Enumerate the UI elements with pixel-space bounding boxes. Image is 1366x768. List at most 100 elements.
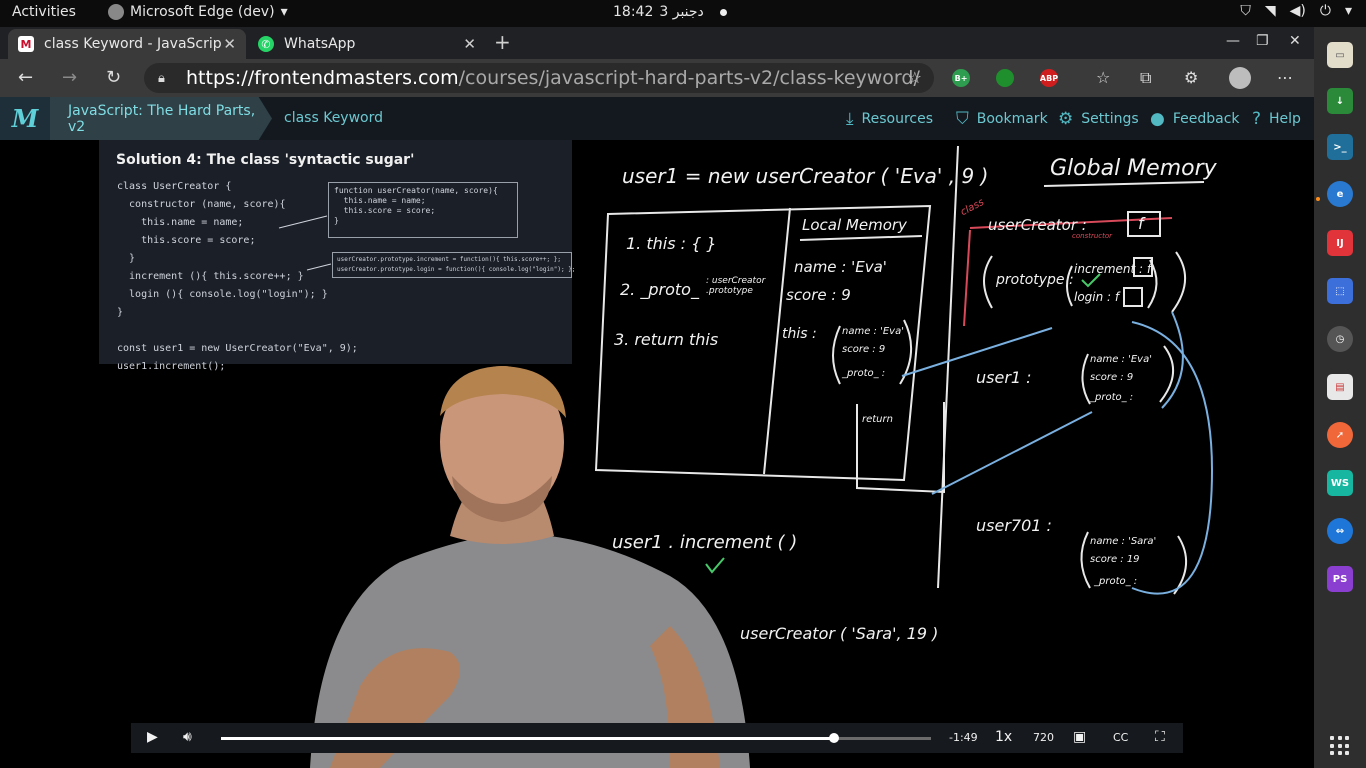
help-icon: ? [1252, 109, 1262, 129]
fullscreen-icon[interactable]: ⛶ [1155, 729, 1165, 745]
resources-label: Resources [861, 111, 934, 127]
resources-button[interactable]: ⤓ Resources [846, 109, 933, 129]
progress-handle[interactable] [828, 733, 839, 743]
board-user1-label: user1 : [976, 368, 1032, 387]
feedback-label: Feedback [1172, 111, 1240, 127]
close-icon[interactable]: ✕ [223, 35, 236, 53]
lock-icon[interactable]: 🔒︎ [158, 71, 170, 86]
board-proto-increment: increment : f [1074, 262, 1152, 276]
close-icon[interactable]: ✕ [463, 35, 476, 53]
board-local-memory: Local Memory [802, 216, 907, 234]
volume-icon[interactable]: ◀) [1290, 3, 1306, 19]
play-icon[interactable]: ▶ [147, 729, 158, 745]
board-f-label: f [1138, 214, 1144, 233]
video-player[interactable]: Solution 4: The class 'syntactic sugar' … [0, 140, 1314, 768]
address-bar[interactable]: 🔒︎ https://frontendmasters.com/courses/j… [144, 63, 934, 93]
board-user701-proto: _proto_ : [1094, 576, 1138, 587]
board-return: return [862, 414, 893, 425]
downloads-icon[interactable]: ↓ [1327, 88, 1353, 114]
phpstorm-icon[interactable]: PS [1327, 566, 1353, 592]
wifi-icon[interactable]: ◥ [1265, 3, 1276, 19]
board-constructor-label: constructor [1072, 232, 1113, 240]
edge-dev-icon[interactable]: e [1327, 181, 1353, 207]
volume-icon[interactable]: 🔊︎ [183, 729, 192, 745]
url-text[interactable]: https://frontendmasters.com/courses/java… [186, 67, 920, 89]
postman-icon[interactable]: ➚ [1327, 422, 1353, 448]
progress-fill [221, 737, 834, 740]
system-tray[interactable]: ⛉ ◥ ◀) ⏻ ▾ [1240, 3, 1352, 19]
breadcrumb-course[interactable]: JavaScript: The Hard Parts, v2 [50, 97, 272, 140]
document-viewer-icon[interactable]: ▤ [1327, 374, 1353, 400]
help-button[interactable]: ? Help [1252, 109, 1301, 129]
minimize-button[interactable]: — [1226, 33, 1240, 49]
clock-time: 18:42 [613, 4, 654, 20]
intellij-icon[interactable]: IJ [1327, 230, 1353, 256]
extension-b-plus[interactable]: B+ [952, 69, 970, 87]
tab-title: WhatsApp [284, 36, 356, 52]
files-icon[interactable]: ▭ [1327, 42, 1353, 68]
extension-green[interactable] [996, 69, 1014, 87]
captions-icon[interactable]: CC [1113, 731, 1128, 744]
reload-button[interactable]: ↻ [106, 67, 121, 88]
teamviewer-icon[interactable]: ⇔ [1327, 518, 1353, 544]
dock: ▭ ↓ >_ e IJ ⬚ ◷ ▤ ➚ WS ⇔ PS [1314, 27, 1366, 768]
quality-button[interactable]: 720 [1033, 731, 1054, 744]
board-user1-score: score : 9 [1090, 372, 1134, 383]
new-tab-button[interactable]: + [494, 30, 511, 54]
favorites-icon[interactable]: ☆ [1096, 68, 1110, 87]
dropdown-arrow-icon: ▾ [280, 4, 288, 20]
board-global-memory: Global Memory [1050, 156, 1217, 181]
extensions-icon[interactable]: ⚙ [1184, 68, 1198, 87]
board-proto-login: login : f [1074, 290, 1120, 304]
activities-button[interactable]: Activities [12, 4, 76, 20]
forward-button[interactable]: → [62, 67, 77, 88]
url-host: https://frontendmasters.com [186, 67, 459, 89]
board-step-1: 1. this : { } [626, 234, 717, 253]
board-user1-call: user1 = new userCreator ( 'Eva' , 9 ) [622, 164, 989, 188]
board-step-2-note: : userCreator .prototype [706, 276, 766, 296]
settings-label: Settings [1081, 111, 1139, 127]
clock[interactable]: 18:42 3 دجنبر [613, 4, 727, 20]
playback-speed-button[interactable]: 1x [995, 729, 1012, 745]
back-button[interactable]: ← [18, 67, 33, 88]
show-applications-icon[interactable] [1330, 736, 1350, 756]
tab-class-keyword[interactable]: M class Keyword - JavaScrip ✕ [8, 29, 246, 59]
system-top-bar: Activities Microsoft Edge (dev) ▾ 18:42 … [0, 0, 1366, 27]
app-menu[interactable]: Microsoft Edge (dev) ▾ [108, 4, 288, 20]
board-this-proto: _proto_ : [842, 368, 886, 379]
time-remaining: -1:49 [949, 731, 978, 744]
board-prototype: prototype : [996, 272, 1074, 288]
picture-in-picture-icon[interactable]: ▣ [1073, 729, 1086, 745]
browser-toolbar: ← → ↻ 🔒︎ https://frontendmasters.com/cou… [0, 59, 1314, 97]
close-window-button[interactable]: ✕ [1289, 33, 1301, 49]
profile-avatar[interactable] [1229, 67, 1251, 89]
frontend-masters-logo[interactable]: M [0, 97, 50, 140]
chevron-down-icon[interactable]: ▾ [1345, 3, 1352, 19]
settings-button[interactable]: ⚙ Settings [1058, 109, 1139, 129]
bookmark-button[interactable]: ⛉ Bookmark [956, 109, 1048, 129]
gear-icon: ⚙ [1058, 109, 1074, 129]
more-menu-icon[interactable]: ⋯ [1277, 68, 1293, 87]
breadcrumb-lesson[interactable]: class Keyword [284, 110, 383, 126]
board-this-name: name : 'Eva' [842, 326, 904, 337]
feedback-button[interactable]: ● Feedback [1150, 109, 1240, 129]
extension-adblock-plus[interactable]: ABP [1040, 69, 1058, 87]
collections-icon[interactable]: ⧉ [1140, 68, 1151, 88]
maximize-button[interactable]: ❐ [1256, 33, 1269, 49]
power-icon[interactable]: ⏻ [1320, 3, 1331, 19]
clock-app-icon[interactable]: ◷ [1327, 326, 1353, 352]
slide-connector-lines [278, 215, 332, 271]
progress-track[interactable] [221, 733, 931, 743]
terminal-icon[interactable]: >_ [1327, 134, 1353, 160]
tab-whatsapp[interactable]: ✆ WhatsApp ✕ [248, 29, 486, 59]
tab-bar: M class Keyword - JavaScrip ✕ ✆ WhatsApp… [0, 27, 1314, 59]
whatsapp-icon: ✆ [258, 36, 274, 52]
board-user701-name: name : 'Sara' [1090, 536, 1157, 547]
help-label: Help [1269, 111, 1301, 127]
screenshot-icon[interactable]: ⬚ [1327, 278, 1353, 304]
add-favorite-icon[interactable]: ☆ [908, 68, 922, 87]
webstorm-icon[interactable]: WS [1327, 470, 1353, 496]
shield-icon[interactable]: ⛉ [1240, 3, 1251, 19]
board-this-score: score : 9 [842, 344, 886, 355]
active-app-indicator [1316, 197, 1320, 201]
